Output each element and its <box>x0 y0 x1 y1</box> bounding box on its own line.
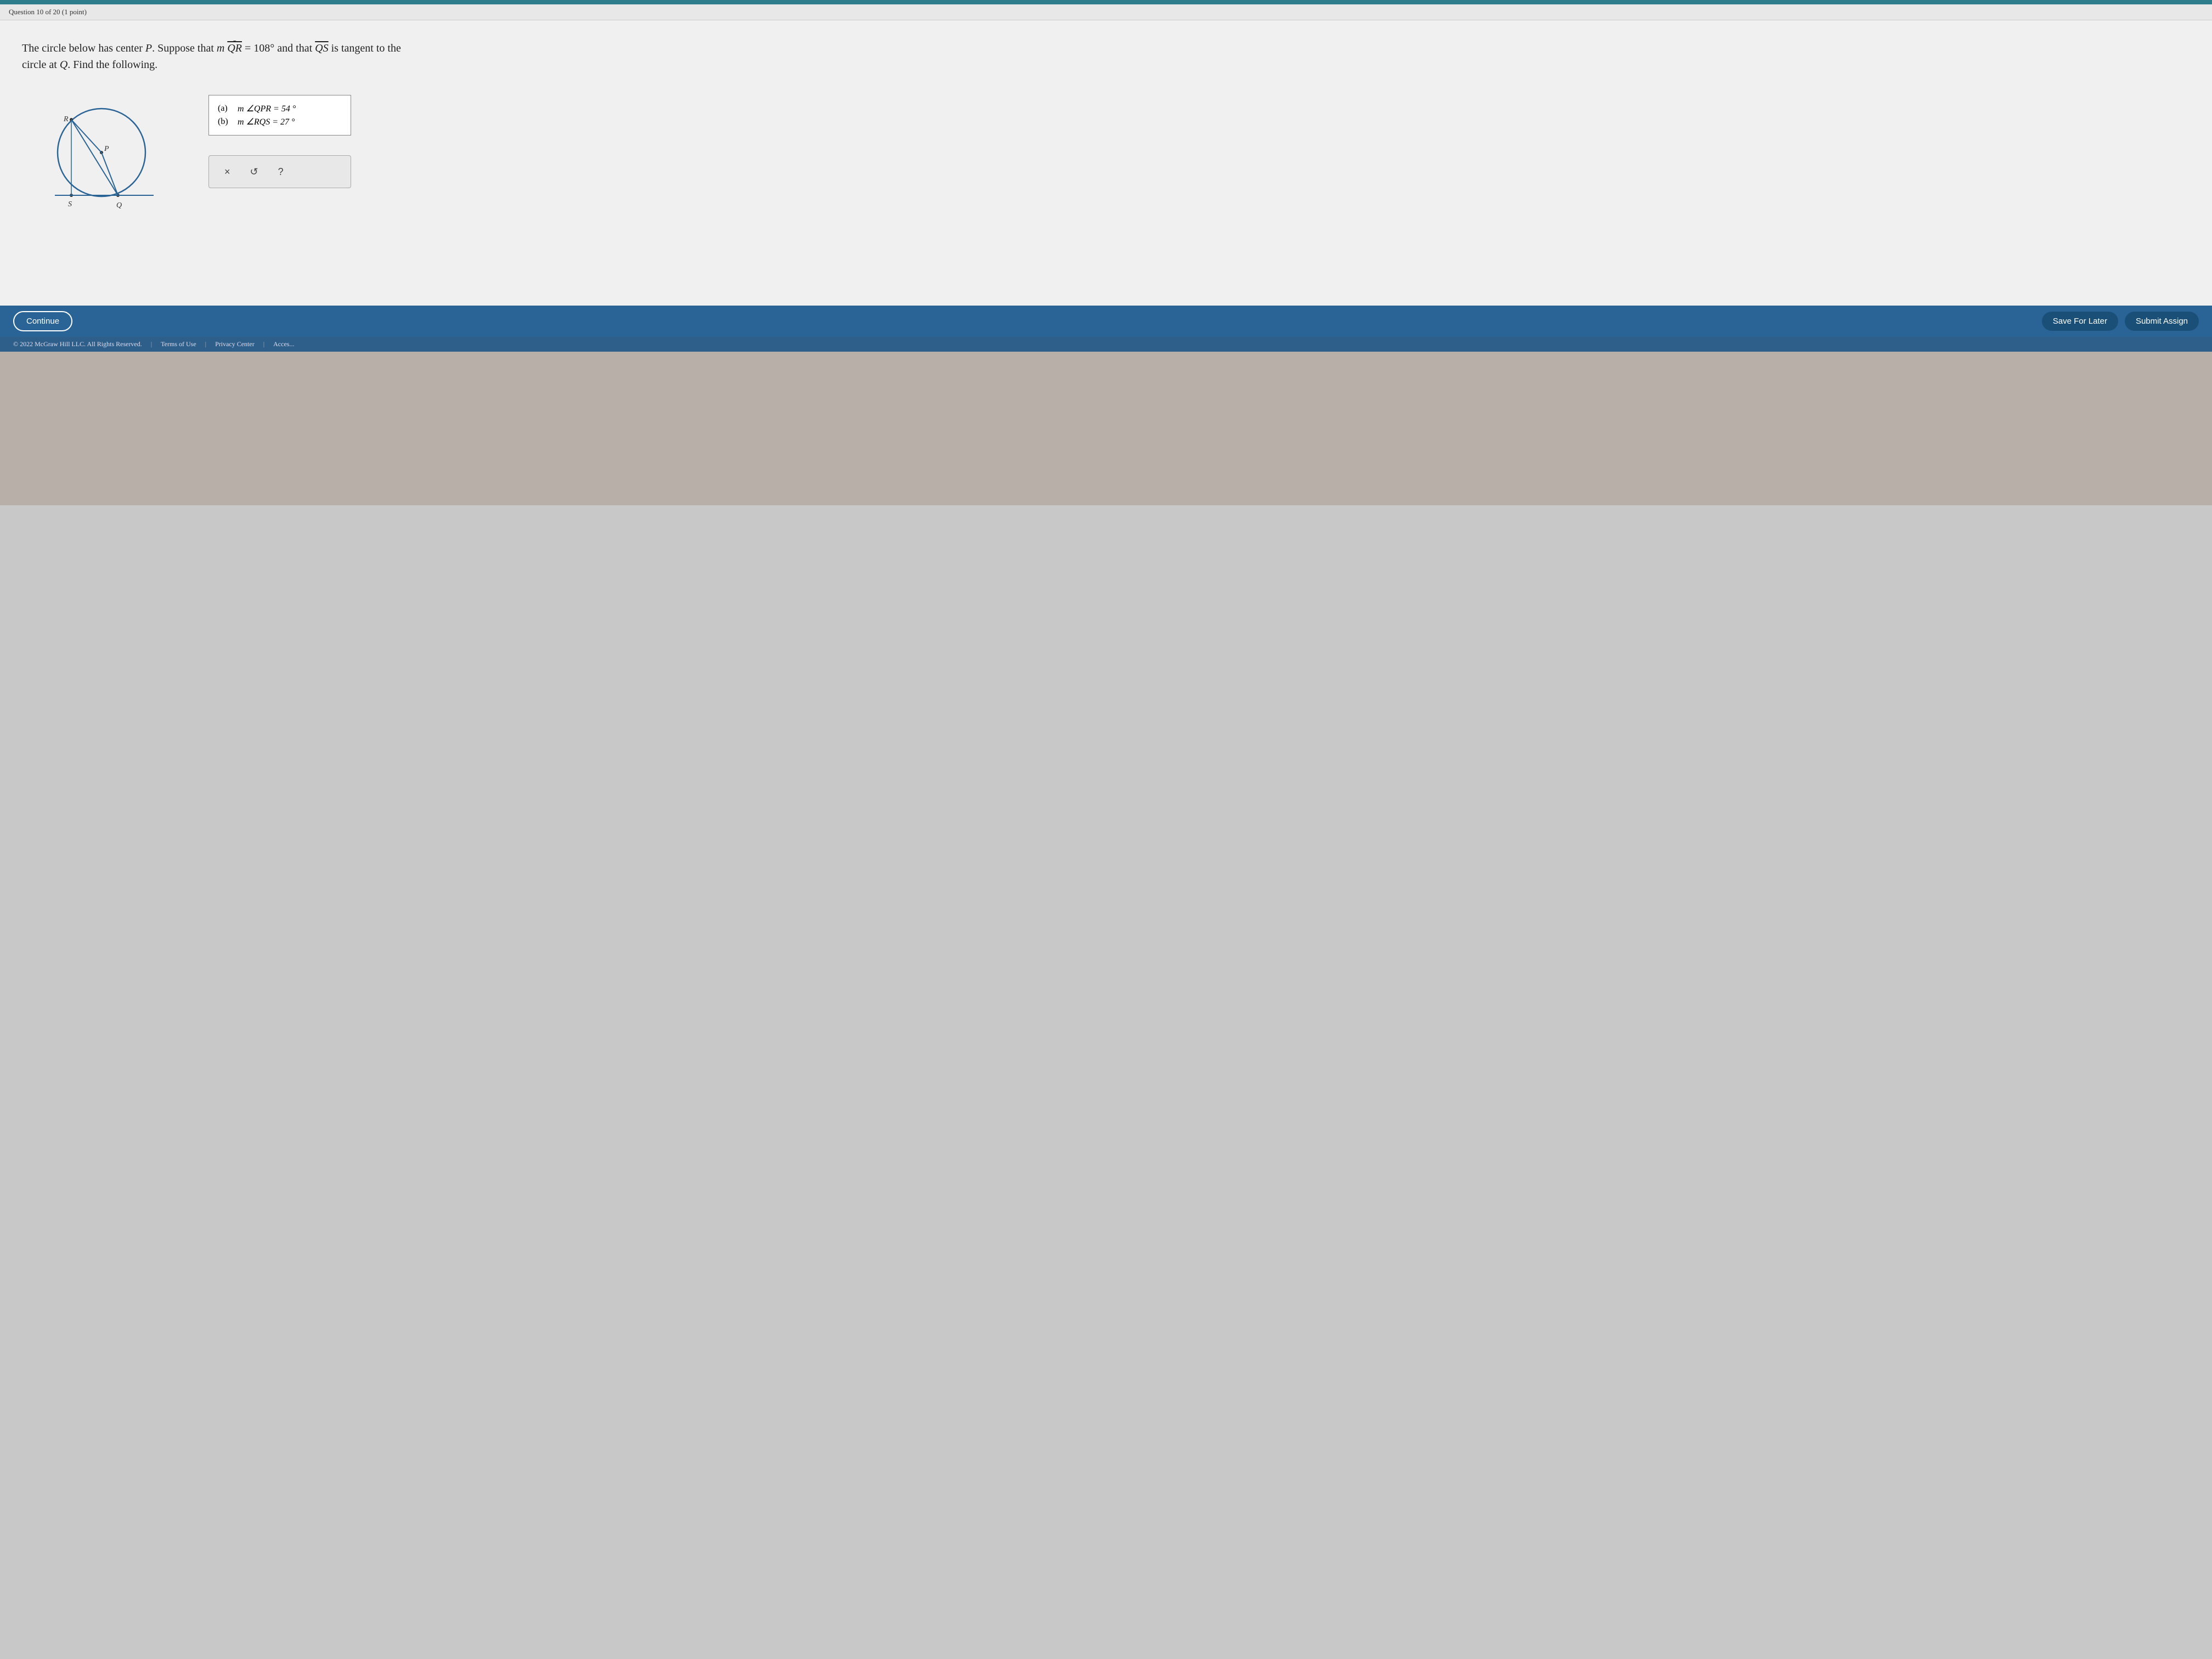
svg-text:P: P <box>104 145 109 153</box>
qs-overline: QS <box>315 42 328 54</box>
part-a-formula: m ∠QPR = 54 ° <box>238 103 296 114</box>
problem-text-line1: The circle below has center P. Suppose t… <box>22 42 224 54</box>
svg-text:Q: Q <box>116 201 122 210</box>
answer-row-b: (b) m ∠RQS = 27 ° <box>218 116 342 127</box>
problem-text: The circle below has center P. Suppose t… <box>22 37 516 73</box>
footer-bar: Continue Save For Later Submit Assign <box>0 306 2212 337</box>
circle-diagram: P R Q S <box>22 89 170 232</box>
sep2: | <box>205 340 206 348</box>
top-bar <box>0 0 2212 4</box>
copyright-bar: © 2022 McGraw Hill LLC. All Rights Reser… <box>0 337 2212 352</box>
problem-text-tangent: is tangent to the <box>331 42 401 54</box>
sep3: | <box>263 340 264 348</box>
sep1: | <box>151 340 152 348</box>
diagram-area: P R Q S <box>22 89 176 235</box>
svg-text:S: S <box>68 200 72 208</box>
help-button[interactable]: ? <box>274 164 288 180</box>
part-a-label: (a) <box>218 104 233 114</box>
undo-button[interactable]: ↺ <box>246 164 263 180</box>
answers-section: (a) m ∠QPR = 54 ° (b) m ∠RQS = 27 ° × ↺ … <box>208 95 351 188</box>
bottom-area <box>0 352 2212 505</box>
answer-row-a: (a) m ∠QPR = 54 ° <box>218 103 342 114</box>
svg-text:R: R <box>63 115 69 123</box>
main-content: The circle below has center P. Suppose t… <box>0 20 2212 306</box>
content-row: P R Q S <box>22 89 2190 235</box>
terms-of-use-link[interactable]: Terms of Use <box>161 340 196 348</box>
privacy-center-link[interactable]: Privacy Center <box>215 340 255 348</box>
save-for-later-button[interactable]: Save For Later <box>2042 312 2118 331</box>
answer-box: (a) m ∠QPR = 54 ° (b) m ∠RQS = 27 ° <box>208 95 351 136</box>
part-b-formula: m ∠RQS = 27 ° <box>238 116 295 127</box>
clear-button[interactable]: × <box>220 164 235 180</box>
submit-assign-button[interactable]: Submit Assign <box>2125 312 2199 331</box>
action-buttons-box: × ↺ ? <box>208 155 351 188</box>
question-header: Question 10 of 20 (1 point) <box>0 4 2212 20</box>
accessibility-link[interactable]: Acces... <box>273 340 294 348</box>
question-label: Question 10 of 20 (1 point) <box>9 8 87 16</box>
continue-button[interactable]: Continue <box>13 311 72 331</box>
problem-text-line2: circle at Q. Find the following. <box>22 59 157 71</box>
copyright-text: © 2022 McGraw Hill LLC. All Rights Reser… <box>13 340 142 348</box>
problem-text-mid: = 108° and that <box>245 42 315 54</box>
footer-right: Save For Later Submit Assign <box>2042 312 2199 331</box>
arc-qr: ⌢ QR <box>227 37 242 57</box>
part-b-label: (b) <box>218 117 233 127</box>
